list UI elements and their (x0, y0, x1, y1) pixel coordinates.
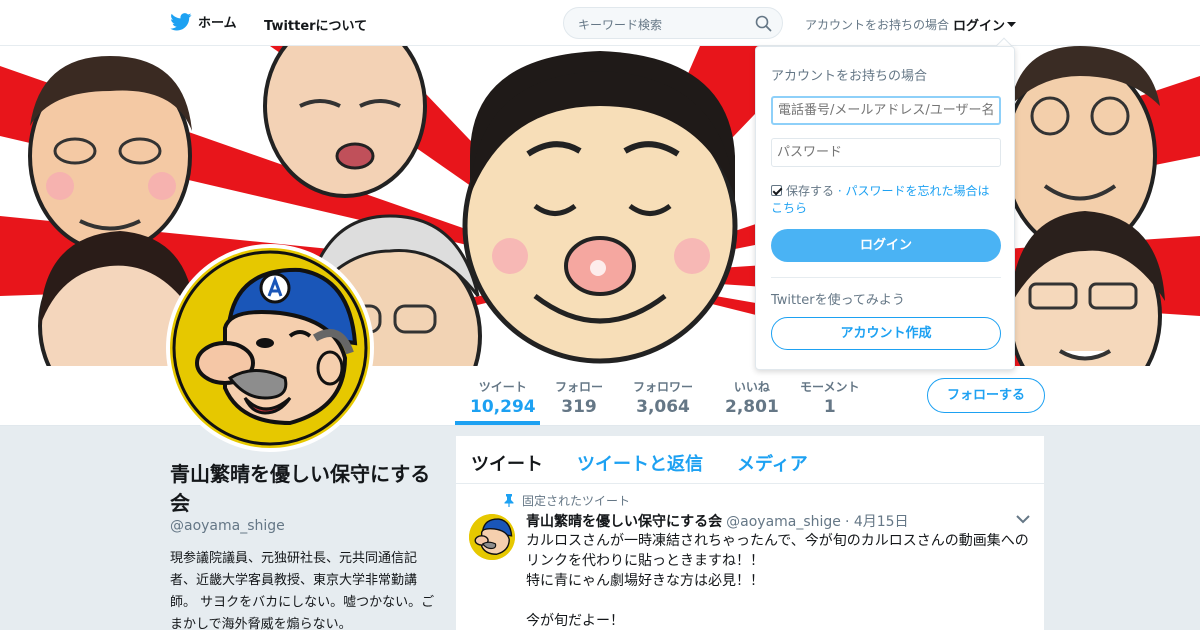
have-account-text: アカウントをお持ちの場合 (805, 18, 950, 32)
password-field[interactable] (771, 138, 1001, 167)
top-nav: ホーム Twitterについて キーワード検索 アカウントをお持ちの場合 ログイ… (0, 0, 1200, 46)
pinned-label: 固定されたツイート (522, 494, 631, 508)
profile-bio: 現参議院議員、元独研社長、元共同通信記者、近畿大学客員教授、東京大学非常勤講師。… (170, 551, 435, 630)
profile-handle[interactable]: @aoyama_shige (170, 518, 285, 534)
caret-down-icon (1007, 21, 1017, 27)
tweet-date[interactable]: · 4月15日 (845, 511, 909, 531)
tweet-line (526, 591, 1034, 611)
username-field[interactable] (771, 96, 1001, 125)
tweet-text: カルロスさんが一時凍結されちゃったんで、今が旬のカルロスさんの動画集へのリンクを… (526, 531, 1034, 630)
stat-followers[interactable]: フォロワー 3,064 (633, 378, 693, 417)
stat-value: 319 (561, 397, 597, 417)
remember-label[interactable]: 保存する (786, 184, 834, 198)
twitter-bird-icon (170, 12, 192, 30)
follow-button[interactable]: フォローする (927, 378, 1045, 413)
stat-value: 10,294 (470, 397, 536, 417)
login-label: ログイン (953, 19, 1006, 34)
remember-row: 保存する · パスワードを忘れた場合はこちら (771, 183, 1001, 217)
stat-following[interactable]: フォロー 319 (555, 378, 603, 417)
tab-media[interactable]: メディア (737, 450, 808, 476)
chevron-down-icon[interactable] (1016, 514, 1030, 524)
tab-tweets[interactable]: ツイート (471, 450, 543, 476)
nav-home-label: ホーム (198, 16, 237, 31)
stat-value: 1 (823, 397, 836, 417)
avatar-illustration (170, 248, 370, 448)
pin-icon (504, 494, 514, 507)
search-placeholder: キーワード検索 (578, 18, 663, 32)
tweet-line: 特に青にゃん劇場好きな方は必見！！ (526, 573, 764, 589)
stat-label: ツイート (478, 380, 527, 394)
stat-label: フォロー (555, 380, 604, 394)
login-dropdown-toggle[interactable]: ログイン (953, 15, 1017, 34)
stat-value: 2,801 (725, 397, 779, 417)
try-twitter-label: Twitterを使ってみよう (771, 293, 905, 308)
search-input[interactable]: キーワード検索 (563, 7, 783, 39)
stat-likes[interactable]: いいね 2,801 (725, 378, 779, 417)
tweet-line: 今が旬だよー！ (526, 613, 624, 629)
remember-checkbox[interactable] (771, 185, 782, 196)
profile-avatar[interactable] (166, 244, 374, 452)
nav-about-link[interactable]: Twitterについて (264, 15, 367, 34)
stat-label: モーメント (800, 380, 860, 394)
timeline: ツイート ツイートと返信 メディア 固定されたツイート 青山繁晴を優しい保守にす… (456, 436, 1044, 630)
stat-moments[interactable]: モーメント 1 (800, 378, 860, 417)
tweet-header: 青山繁晴を優しい保守にする会 @aoyama_shige · 4月15日 (526, 511, 909, 531)
profile-name[interactable]: 青山繁晴を優しい保守にする会 (170, 460, 435, 518)
tweet-author-name[interactable]: 青山繁晴を優しい保守にする会 (526, 511, 722, 531)
tweet-avatar-illustration (469, 514, 515, 560)
tab-tweets-and-replies[interactable]: ツイートと返信 (577, 450, 703, 476)
timeline-tabs: ツイート ツイートと返信 メディア (456, 436, 1044, 484)
nav-home[interactable]: ホーム (170, 12, 237, 31)
search-icon[interactable] (755, 15, 772, 32)
login-dropdown-title: アカウントをお持ちの場合 (771, 69, 928, 84)
stat-tweets[interactable]: ツイート 10,294 (470, 378, 536, 417)
stat-label: いいね (733, 380, 770, 394)
stat-label: フォロワー (633, 380, 694, 394)
login-button[interactable]: ログイン (771, 229, 1001, 262)
signup-button[interactable]: アカウント作成 (771, 317, 1001, 350)
tweet-line: カルロスさんが一時凍結されちゃったんで、今が旬のカルロスさんの動画集へのリンクを… (526, 533, 1029, 569)
divider (771, 277, 1001, 278)
login-dropdown: アカウントをお持ちの場合 保存する · パスワードを忘れた場合はこちら ログイン… (755, 46, 1015, 370)
tweet-avatar[interactable] (469, 514, 515, 560)
stat-value: 3,064 (636, 397, 690, 417)
active-stat-underline (455, 421, 540, 425)
tweet-author-handle[interactable]: @aoyama_shige (726, 514, 841, 530)
pinned-indicator: 固定されたツイート (504, 492, 630, 509)
